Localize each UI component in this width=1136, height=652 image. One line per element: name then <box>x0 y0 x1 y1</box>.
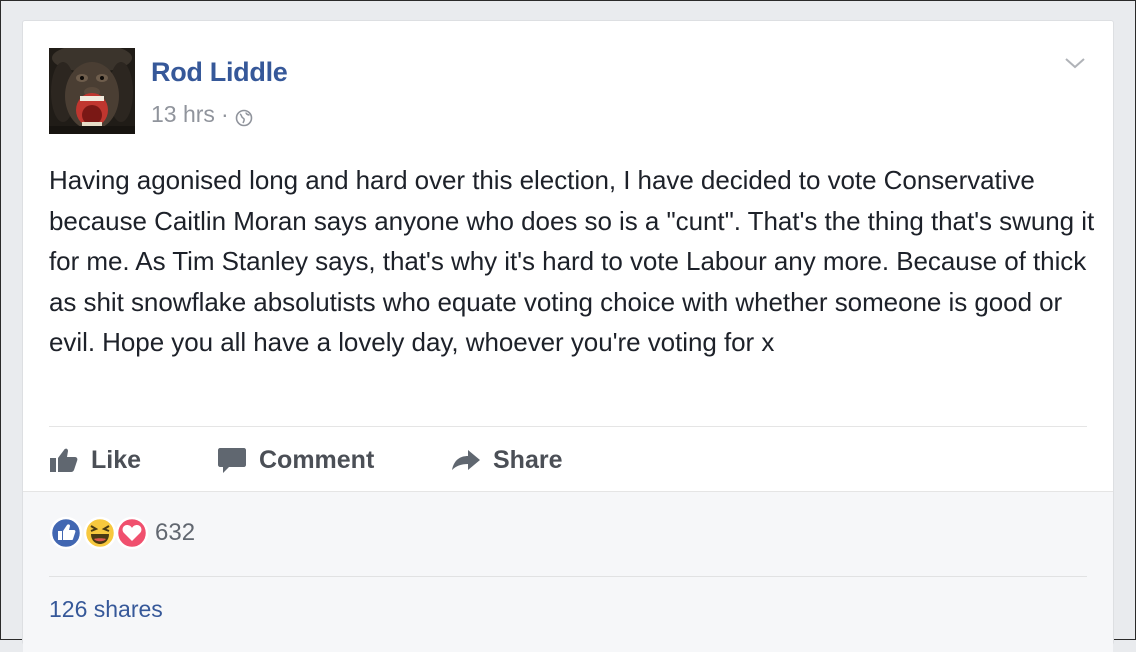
author-avatar[interactable] <box>49 48 135 134</box>
share-arrow-icon <box>452 450 480 470</box>
footer-divider <box>49 576 1087 577</box>
chevron-down-icon[interactable] <box>1063 55 1087 71</box>
share-button[interactable]: Share <box>451 446 562 475</box>
meta-separator: · <box>220 101 229 127</box>
comment-label: Comment <box>259 445 375 474</box>
reactions-summary[interactable]: 632 <box>49 516 195 550</box>
love-reaction-icon <box>115 516 149 550</box>
post-action-bar: Like Comment Share <box>49 441 562 479</box>
share-label: Share <box>493 445 563 474</box>
post-footer: 632 126 shares <box>23 491 1113 652</box>
like-label: Like <box>91 445 142 474</box>
chimp-avatar-image <box>49 48 135 134</box>
like-reaction-icon <box>49 516 83 550</box>
thumbs-up-icon <box>50 448 78 472</box>
author-name-link[interactable]: Rod Liddle <box>151 57 288 88</box>
like-button[interactable]: Like <box>49 446 217 475</box>
globe-icon <box>235 106 253 126</box>
haha-reaction-icon <box>83 516 117 550</box>
post-body-text: Having agonised long and hard over this … <box>49 165 1095 357</box>
shares-count-link[interactable]: 126 shares <box>49 596 163 623</box>
reaction-icons <box>49 516 153 550</box>
post-card: Rod Liddle 13 hrs · Having agonised long… <box>22 20 1114 652</box>
comment-bubble-icon <box>218 448 246 473</box>
post-meta: 13 hrs · <box>151 101 253 128</box>
reaction-count: 632 <box>155 519 196 546</box>
actions-divider <box>49 426 1087 427</box>
page-background: Rod Liddle 13 hrs · Having agonised long… <box>0 0 1136 652</box>
post-timestamp[interactable]: 13 hrs <box>151 101 215 128</box>
comment-button[interactable]: Comment <box>217 446 451 475</box>
